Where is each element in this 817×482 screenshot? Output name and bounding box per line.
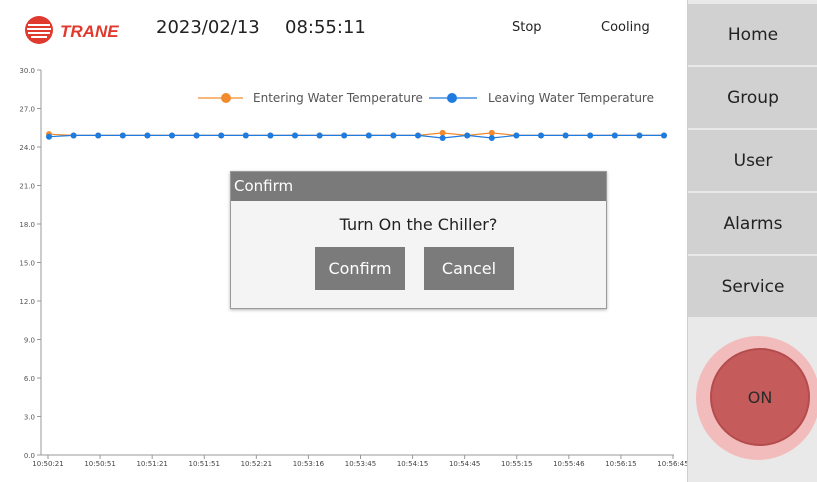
data-point-leaving — [316, 132, 323, 139]
chart-legend: Entering Water Temperature Leaving Water … — [198, 91, 654, 105]
data-point-leaving — [661, 132, 667, 139]
y-tick-label: 15.0 — [19, 260, 35, 268]
x-tick-label: 10:54:45 — [449, 460, 480, 468]
data-point-leaving — [70, 132, 77, 139]
time-display: 08:55:11 — [285, 17, 366, 38]
nav-home-label: Home — [727, 24, 779, 45]
data-point-leaving — [267, 132, 274, 139]
data-point-leaving — [193, 132, 200, 139]
y-tick-label: 21.0 — [19, 183, 35, 191]
x-tick-label: 10:50:51 — [84, 460, 115, 468]
data-point-leaving — [218, 132, 225, 139]
y-tick-label: 12.0 — [19, 298, 35, 306]
nav-alarms-label: Alarms — [723, 213, 783, 234]
nav-home-button[interactable]: Home — [688, 4, 817, 66]
trane-logo: TRANE — [24, 15, 126, 45]
x-tick-label: 10:54:15 — [397, 460, 428, 468]
y-tick-label: 27.0 — [19, 106, 35, 114]
data-point-leaving — [415, 132, 421, 139]
x-tick-label: 10:55:15 — [501, 460, 532, 468]
date-display: 2023/02/13 — [156, 17, 260, 38]
data-point-leaving — [95, 132, 102, 139]
y-tick-label: 6.0 — [24, 375, 35, 383]
data-point-leaving — [119, 132, 126, 139]
app-screen: TRANE 2023/02/13 08:55:11 Stop Cooling 0… — [0, 0, 817, 482]
cancel-button-label: Cancel — [441, 259, 497, 278]
legend-marker-leaving — [447, 93, 457, 103]
y-tick-label: 3.0 — [24, 414, 35, 422]
dialog-message: Turn On the Chiller? — [339, 215, 498, 234]
y-tick-label: 9.0 — [24, 337, 35, 345]
power-on-label: ON — [747, 387, 773, 407]
data-point-leaving — [46, 133, 52, 140]
dialog-title: Confirm — [231, 172, 606, 201]
data-point-entering — [439, 129, 446, 136]
nav-group-label: Group — [727, 87, 779, 108]
data-point-leaving — [144, 132, 151, 139]
data-point-leaving — [292, 132, 298, 139]
nav-user-button[interactable]: User — [688, 130, 817, 192]
x-tick-label: 10:55:46 — [553, 460, 585, 468]
data-point-leaving — [341, 132, 348, 139]
data-point-leaving — [587, 132, 594, 139]
x-tick-label: 10:56:15 — [605, 460, 636, 468]
x-tick-label: 10:50:21 — [32, 460, 63, 468]
y-tick-label: 30.0 — [19, 67, 35, 75]
nav-group-button[interactable]: Group — [688, 67, 817, 129]
svg-text:TRANE: TRANE — [60, 22, 119, 41]
confirm-dialog: Confirm Turn On the Chiller? Confirm Can… — [230, 171, 607, 309]
legend-label-entering: Entering Water Temperature — [253, 91, 423, 105]
legend-label-leaving: Leaving Water Temperature — [488, 91, 654, 105]
operating-mode: Cooling — [601, 20, 650, 35]
x-tick-label: 10:52:21 — [241, 460, 272, 468]
data-point-leaving — [169, 132, 175, 139]
data-point-leaving — [390, 132, 397, 139]
nav-service-label: Service — [721, 276, 785, 297]
confirm-button[interactable]: Confirm — [315, 247, 405, 290]
data-point-leaving — [611, 132, 618, 139]
unit-status: Stop — [512, 20, 542, 35]
nav-alarms-button[interactable]: Alarms — [688, 193, 817, 255]
x-tick-label: 10:56:45 — [657, 460, 687, 468]
y-tick-label: 18.0 — [19, 221, 35, 229]
series-line-leaving — [48, 134, 664, 139]
x-tick-label: 10:51:51 — [189, 460, 220, 468]
data-point-leaving — [488, 135, 495, 142]
data-point-leaving — [439, 135, 446, 142]
data-point-leaving — [242, 132, 249, 139]
power-on-button[interactable]: ON — [710, 348, 810, 446]
y-tick-label: 24.0 — [19, 144, 35, 152]
data-point-leaving — [513, 132, 520, 139]
data-point-leaving — [562, 132, 569, 139]
nav-user-label: User — [733, 150, 773, 171]
x-tick-label: 10:53:16 — [293, 460, 325, 468]
x-tick-label: 10:53:45 — [345, 460, 376, 468]
legend-marker-entering — [221, 93, 231, 103]
y-tick-label: 0.0 — [24, 452, 35, 460]
confirm-button-label: Confirm — [328, 259, 392, 278]
data-point-leaving — [538, 132, 544, 139]
data-point-leaving — [365, 132, 372, 139]
data-point-leaving — [636, 132, 643, 139]
nav-service-button[interactable]: Service — [688, 256, 817, 318]
data-point-leaving — [464, 132, 471, 139]
data-point-entering — [488, 129, 495, 136]
header-bar: TRANE 2023/02/13 08:55:11 Stop Cooling — [0, 0, 687, 58]
cancel-button[interactable]: Cancel — [424, 247, 514, 290]
x-tick-label: 10:51:21 — [136, 460, 167, 468]
